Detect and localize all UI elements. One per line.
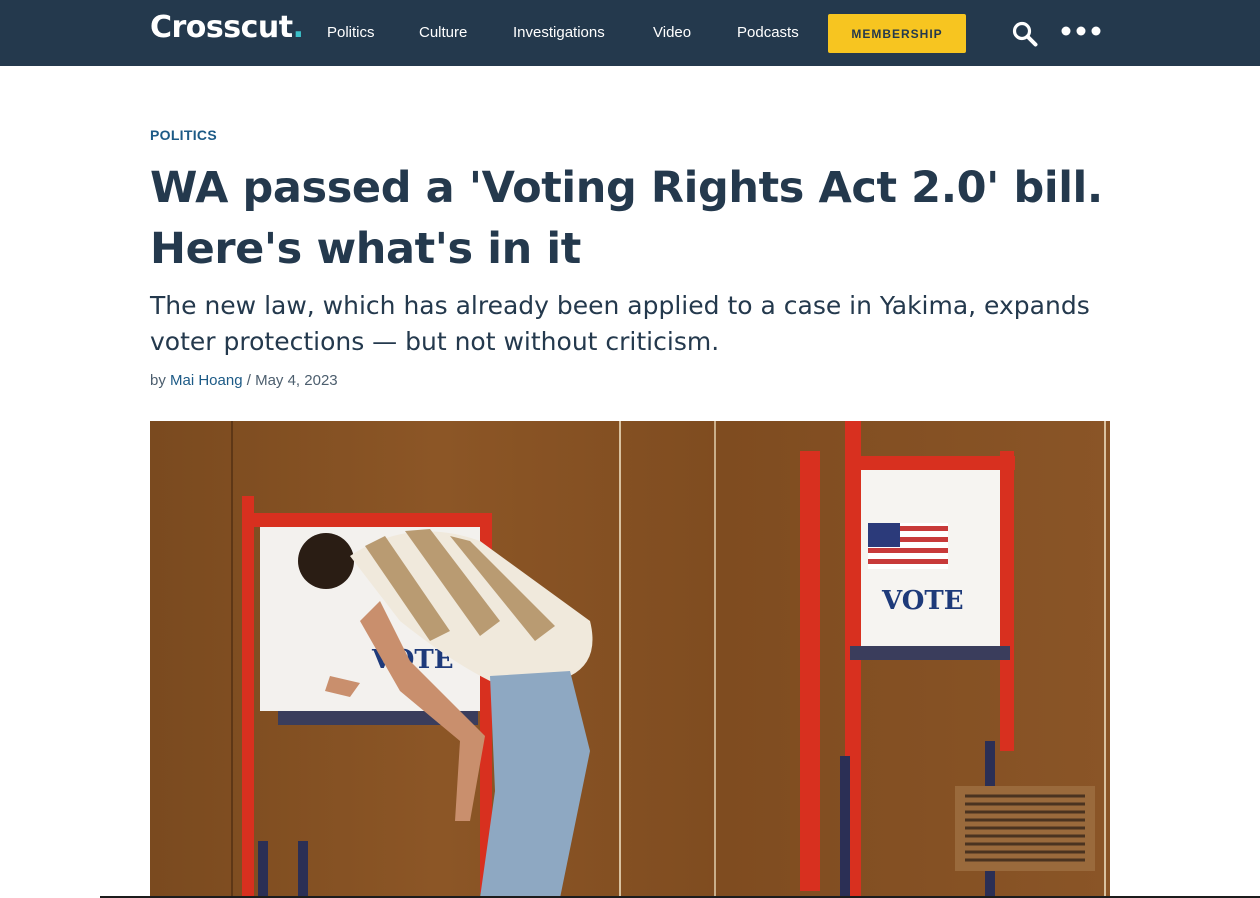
logo-dot: .: [292, 10, 304, 45]
more-dots-icon: [1061, 26, 1101, 36]
voting-booth-photo: VOTE VOTE: [150, 421, 1110, 898]
section-label[interactable]: POLITICS: [150, 127, 217, 143]
article-headline: WA passed a 'Voting Rights Act 2.0' bill…: [150, 163, 1103, 274]
author-link[interactable]: Mai Hoang: [170, 372, 243, 389]
nav-link-culture[interactable]: Culture: [419, 24, 467, 41]
hero-image: VOTE VOTE: [150, 421, 1110, 898]
search-button[interactable]: [1010, 19, 1040, 49]
nav-link-investigations[interactable]: Investigations: [513, 24, 605, 41]
site-header: Crosscut. Politics Culture Investigation…: [0, 0, 1260, 66]
byline: by Mai Hoang / May 4, 2023: [150, 372, 338, 389]
booth-sign-right: VOTE: [881, 586, 964, 616]
site-logo[interactable]: Crosscut.: [150, 10, 304, 45]
publish-date: May 4, 2023: [255, 372, 338, 389]
membership-button[interactable]: MEMBERSHIP: [828, 14, 966, 53]
article-dek: The new law, which has already been appl…: [150, 291, 1090, 356]
flag-icon: [868, 523, 948, 569]
byline-separator: /: [246, 372, 251, 389]
nav-link-video[interactable]: Video: [653, 24, 691, 41]
logo-text: Crosscut: [150, 10, 293, 45]
search-icon: [1012, 21, 1038, 47]
more-menu-button[interactable]: [1058, 20, 1104, 42]
nav-link-politics[interactable]: Politics: [327, 24, 375, 41]
nav-link-podcasts[interactable]: Podcasts: [737, 24, 799, 41]
byline-prefix: by: [150, 372, 166, 389]
